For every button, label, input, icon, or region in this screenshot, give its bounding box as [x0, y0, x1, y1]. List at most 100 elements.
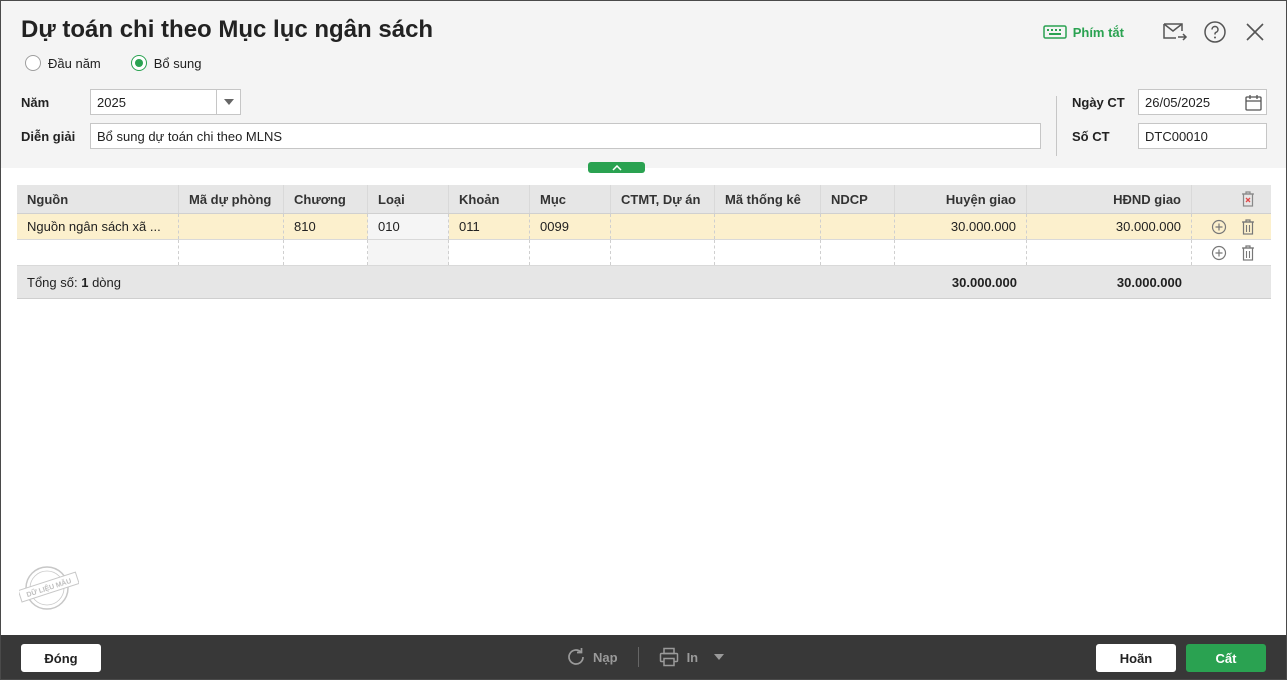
calendar-button[interactable] [1245, 94, 1262, 114]
print-button[interactable]: In [659, 647, 699, 667]
send-mail-button[interactable] [1162, 19, 1188, 45]
cell-nguon[interactable]: Nguồn ngân sách xã ... [17, 214, 179, 239]
shortcut-label: Phím tắt [1072, 24, 1124, 40]
cell-ctmt[interactable] [611, 214, 715, 239]
top-actions: Phím tắt [1042, 19, 1268, 45]
cell-loai[interactable] [368, 240, 449, 265]
delete-row-button[interactable] [1235, 214, 1261, 239]
doc-no-label: Số CT [1072, 129, 1110, 144]
cell-loai[interactable]: 010 [368, 214, 449, 239]
help-button[interactable] [1202, 19, 1228, 45]
printer-icon [659, 647, 678, 667]
cell-muc[interactable] [530, 240, 611, 265]
cell-ma-thong-ke[interactable] [715, 214, 821, 239]
plus-circle-icon [1211, 245, 1227, 260]
collapse-header-button[interactable] [588, 162, 645, 173]
col-header-ndcp[interactable]: NDCP [821, 185, 895, 213]
cell-ma-thong-ke[interactable] [715, 240, 821, 265]
year-dropdown-button[interactable] [216, 90, 240, 114]
grid-header: Nguồn Mã dự phòng Chương Loại Khoản Mục … [17, 185, 1271, 214]
date-input[interactable]: 26/05/2025 [1138, 89, 1267, 115]
add-row-button[interactable] [1206, 214, 1232, 239]
cell-khoan[interactable]: 011 [449, 214, 530, 239]
year-value: 2025 [97, 94, 126, 110]
radio-label: Đầu năm [48, 55, 101, 71]
col-header-loai[interactable]: Loại [368, 185, 449, 213]
cell-muc[interactable]: 0099 [530, 214, 611, 239]
cell-ndcp[interactable] [821, 214, 895, 239]
reload-button[interactable]: Nạp [565, 646, 618, 668]
cell-huyen-giao[interactable]: 30.000.000 [895, 214, 1027, 239]
calendar-icon [1245, 95, 1262, 111]
save-button[interactable]: Cất [1186, 644, 1266, 672]
close-dialog-button[interactable] [1242, 19, 1268, 45]
add-row-button[interactable] [1206, 240, 1232, 265]
refresh-icon [568, 648, 584, 665]
description-input[interactable]: Bổ sung dự toán chi theo MLNS [90, 123, 1041, 149]
cell-hdnd-giao[interactable]: 30.000.000 [1027, 214, 1192, 239]
col-header-ma-du-phong[interactable]: Mã dự phòng [179, 185, 284, 213]
reload-label: Nạp [593, 649, 618, 665]
col-header-chuong[interactable]: Chương [284, 185, 368, 213]
cell-ctmt[interactable] [611, 240, 715, 265]
caret-down-icon [223, 99, 234, 105]
date-value: 26/05/2025 [1145, 94, 1211, 110]
total-count-text: Tổng số: 1 dòng [17, 266, 417, 298]
col-header-ma-thong-ke[interactable]: Mã thống kê [715, 185, 821, 213]
radio-dau-nam[interactable]: Đầu năm [25, 55, 101, 71]
cell-ma-du-phong[interactable] [179, 214, 284, 239]
close-icon [1246, 23, 1264, 41]
col-header-nguon[interactable]: Nguồn [17, 185, 179, 213]
col-header-ctmt[interactable]: CTMT, Dự án [611, 185, 715, 213]
cell-chuong[interactable]: 810 [284, 214, 368, 239]
dialog-footer: Đóng Nạp In Hoãn Cất [1, 635, 1286, 679]
radio-dot [130, 55, 147, 71]
dialog-header: Dự toán chi theo Mục lục ngân sách Phím … [1, 1, 1286, 168]
radio-bo-sung[interactable]: Bổ sung [130, 55, 202, 71]
cell-huyen-giao[interactable] [895, 240, 1027, 265]
footer-divider [637, 647, 639, 667]
budget-grid: Nguồn Mã dự phòng Chương Loại Khoản Mục … [17, 185, 1271, 299]
cell-ma-du-phong[interactable] [179, 240, 284, 265]
cell-nguon[interactable] [17, 240, 179, 265]
plus-circle-icon [1211, 219, 1227, 234]
cancel-button[interactable]: Hoãn [1096, 644, 1176, 672]
doc-no-input[interactable]: DTC00010 [1138, 123, 1267, 149]
total-prefix: Tổng số: [27, 274, 78, 290]
date-label: Ngày CT [1072, 95, 1125, 110]
dialog-window: Dự toán chi theo Mục lục ngân sách Phím … [0, 0, 1287, 680]
trash-icon [1242, 244, 1254, 261]
cell-khoan[interactable] [449, 240, 530, 265]
cell-ndcp[interactable] [821, 240, 895, 265]
year-label: Năm [21, 95, 50, 110]
shortcut-button[interactable]: Phím tắt [1042, 24, 1124, 40]
dialog-title: Dự toán chi theo Mục lục ngân sách [21, 16, 434, 43]
total-suffix: dòng [92, 274, 121, 290]
sample-data-stamp: DỮ LIỆU MẪU [17, 563, 80, 616]
cell-hdnd-giao[interactable] [1027, 240, 1192, 265]
radio-dot [25, 55, 41, 71]
col-header-muc[interactable]: Mục [530, 185, 611, 213]
table-row[interactable]: Nguồn ngân sách xã ... 810 010 011 0099 … [17, 214, 1271, 240]
description-label: Diễn giải [21, 129, 76, 144]
print-label: In [686, 649, 699, 665]
delete-row-button[interactable] [1235, 240, 1261, 265]
total-hdnd-giao: 30.000.000 [1116, 274, 1182, 290]
print-dropdown-button[interactable] [714, 654, 725, 660]
header-separator [1056, 96, 1057, 156]
table-row[interactable] [17, 240, 1271, 266]
close-button[interactable]: Đóng [21, 644, 101, 672]
col-header-huyen-giao[interactable]: Huyện giao [895, 185, 1027, 213]
total-count: 1 [81, 274, 89, 290]
col-header-khoan[interactable]: Khoản [449, 185, 530, 213]
radio-label: Bổ sung [153, 55, 202, 71]
col-header-hdnd-giao[interactable]: HĐND giao [1027, 185, 1192, 213]
caret-down-icon [714, 654, 725, 660]
delete-all-rows-button[interactable] [1235, 185, 1261, 213]
grid-total-row: Tổng số: 1 dòng 30.000.000 30.000.000 [17, 266, 1271, 299]
year-select[interactable]: 2025 [90, 89, 241, 115]
doc-no-value: DTC00010 [1145, 128, 1208, 144]
mail-send-icon [1163, 23, 1188, 41]
cell-chuong[interactable] [284, 240, 368, 265]
footer-middle-actions: Nạp In [565, 646, 725, 668]
